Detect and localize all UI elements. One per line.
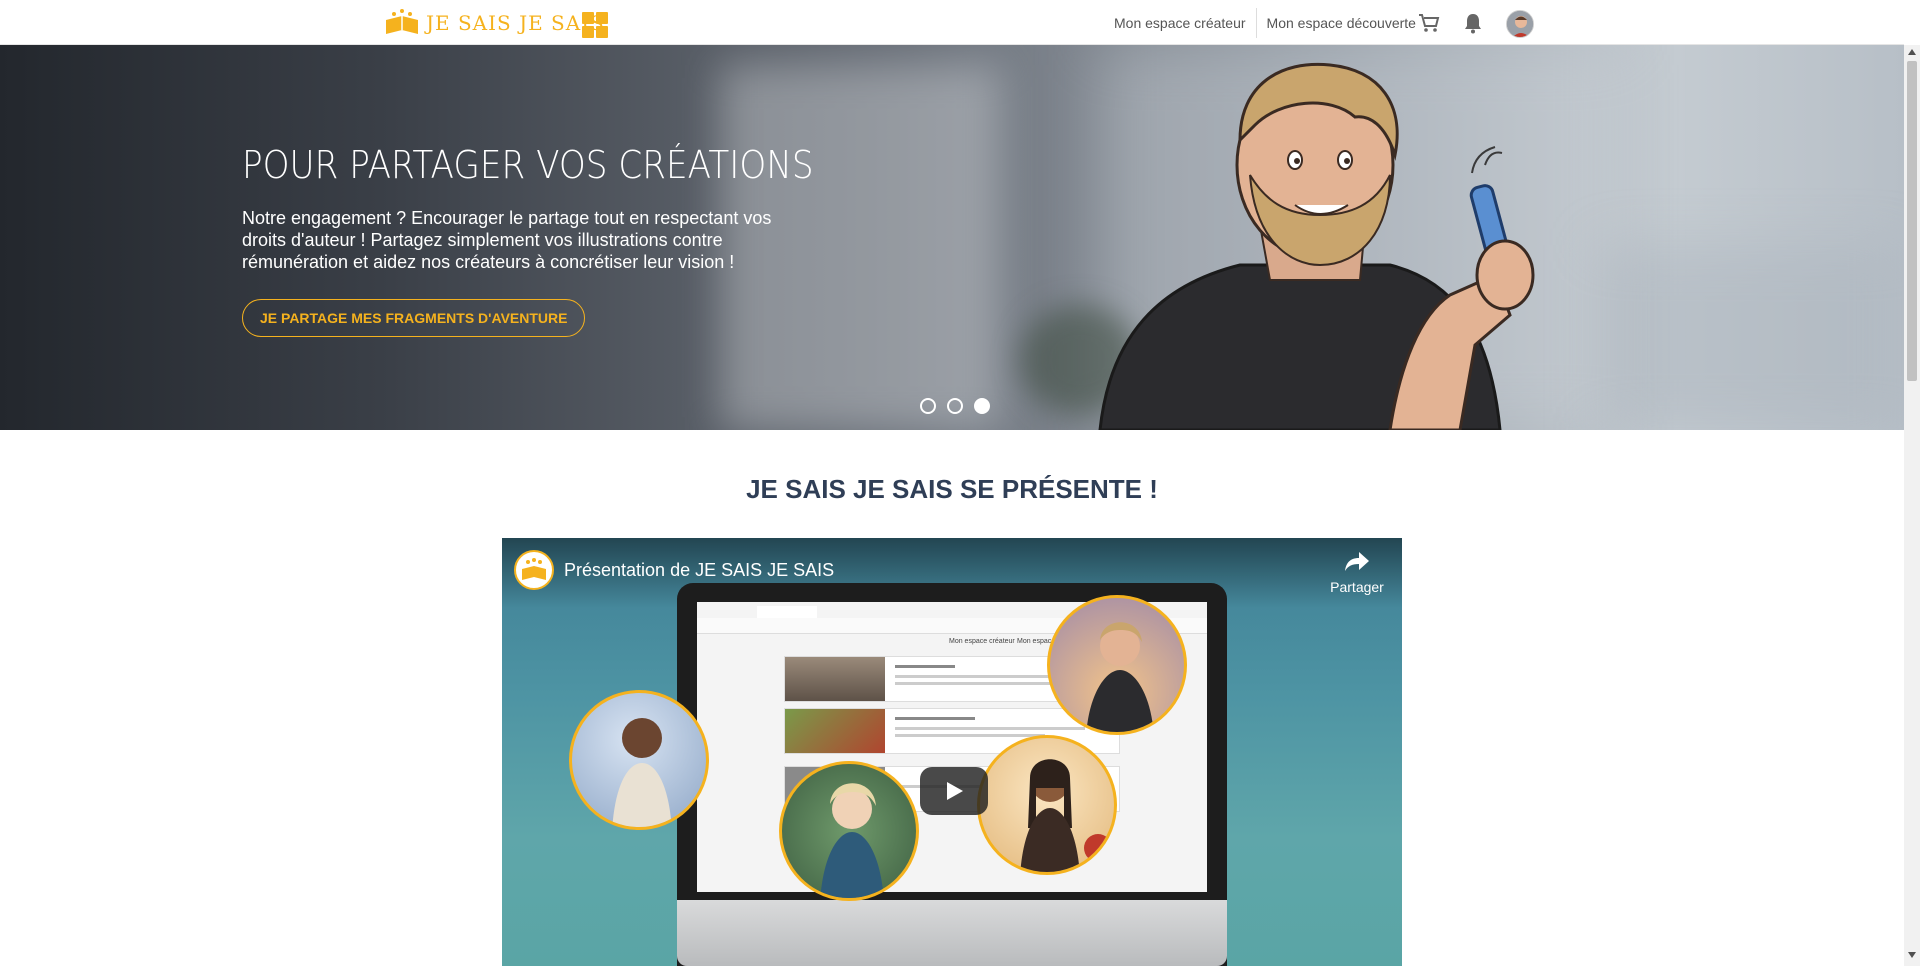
play-icon xyxy=(947,782,963,800)
top-navigation-bar: JE SAIS JE SAIS Mon espace créateur Mon … xyxy=(0,0,1904,45)
hero-carousel: POUR PARTAGER VOS CRÉATIONS Notre engage… xyxy=(0,45,1904,430)
carousel-dot-2[interactable] xyxy=(947,398,963,414)
character-bubble xyxy=(569,690,709,830)
nav-creator-space[interactable]: Mon espace créateur xyxy=(1104,8,1256,38)
cart-icon[interactable] xyxy=(1417,11,1441,35)
channel-avatar[interactable] xyxy=(514,550,554,590)
header-nav: Mon espace créateur Mon espace découvert… xyxy=(1104,0,1426,45)
site-logo[interactable]: JE SAIS JE SAIS xyxy=(384,6,605,40)
character-bubble xyxy=(1047,595,1187,735)
scrollbar-thumb[interactable] xyxy=(1907,61,1917,381)
hero-title: POUR PARTAGER VOS CRÉATIONS xyxy=(242,143,814,187)
character-bubble xyxy=(779,761,919,901)
carousel-dot-3[interactable] xyxy=(974,398,990,414)
page-scrollbar[interactable] xyxy=(1904,45,1920,966)
book-logo-icon xyxy=(386,9,418,34)
apps-grid-icon[interactable] xyxy=(582,12,608,38)
illustrated-character xyxy=(1098,62,1535,430)
play-button[interactable] xyxy=(920,767,988,815)
share-fragments-button[interactable]: JE PARTAGE MES FRAGMENTS D'AVENTURE xyxy=(242,299,586,337)
bell-icon[interactable] xyxy=(1461,11,1485,35)
nav-discovery-space[interactable]: Mon espace découverte xyxy=(1257,8,1426,38)
section-title: JE SAIS JE SAIS SE PRÉSENTE ! xyxy=(746,474,1158,504)
carousel-dot-1[interactable] xyxy=(920,398,936,414)
share-button[interactable]: Partager xyxy=(1322,550,1392,595)
scroll-up-icon[interactable] xyxy=(1908,49,1916,55)
hero-description: Notre engagement ? Encourager le partage… xyxy=(242,208,772,272)
user-avatar[interactable] xyxy=(1506,10,1534,38)
character-bubble xyxy=(977,735,1117,875)
logo-text: JE SAIS JE SAIS xyxy=(426,11,605,35)
carousel-indicators xyxy=(920,398,990,414)
video-player[interactable]: Mon espace créateur Mon espace découvert… xyxy=(502,538,1402,966)
share-arrow-icon xyxy=(1345,552,1369,571)
screen-nav-creator: Mon espace créateur xyxy=(949,638,1015,645)
share-label: Partager xyxy=(1330,579,1384,595)
scroll-down-icon[interactable] xyxy=(1908,952,1916,958)
video-title[interactable]: Présentation de JE SAIS JE SAIS xyxy=(564,560,834,581)
page: JE SAIS JE SAIS Mon espace créateur Mon … xyxy=(0,0,1920,966)
